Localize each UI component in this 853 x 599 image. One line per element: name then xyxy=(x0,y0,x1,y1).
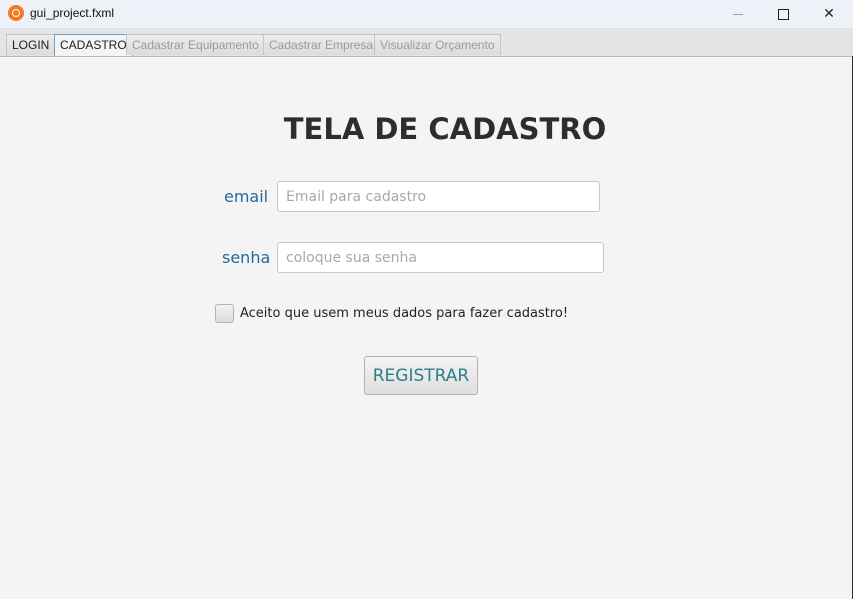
page-title: TELA DE CADASTRO xyxy=(283,112,607,146)
maximize-button[interactable] xyxy=(760,0,806,28)
consent-checkbox[interactable] xyxy=(215,304,234,323)
tab-cadastrar-empresa[interactable]: Cadastrar Empresa xyxy=(263,34,380,55)
email-label: email xyxy=(224,187,269,206)
tab-visualizar-orcamento[interactable]: Visualizar Orçamento xyxy=(374,34,501,55)
senha-label: senha xyxy=(222,248,271,267)
email-field[interactable] xyxy=(277,181,600,212)
minimize-icon xyxy=(733,13,743,15)
register-button[interactable]: REGISTRAR xyxy=(364,356,478,395)
tab-cadastro[interactable]: CADASTRO xyxy=(54,34,133,56)
close-icon: ✕ xyxy=(823,6,835,22)
app-icon xyxy=(8,5,24,21)
consent-label: Aceito que usem meus dados para fazer ca… xyxy=(240,306,569,321)
close-button[interactable]: ✕ xyxy=(806,0,852,28)
tab-login[interactable]: LOGIN xyxy=(6,34,56,55)
minimize-button[interactable] xyxy=(715,0,761,28)
title-bar: gui_project.fxml ✕ xyxy=(0,0,853,29)
tab-cadastrar-equipamento[interactable]: Cadastrar Equipamento xyxy=(126,34,265,55)
password-field[interactable] xyxy=(277,242,604,273)
maximize-icon xyxy=(777,8,789,20)
tab-bar: LOGIN CADASTRO Cadastrar Equipamento Cad… xyxy=(0,29,853,57)
window-title: gui_project.fxml xyxy=(30,6,115,20)
